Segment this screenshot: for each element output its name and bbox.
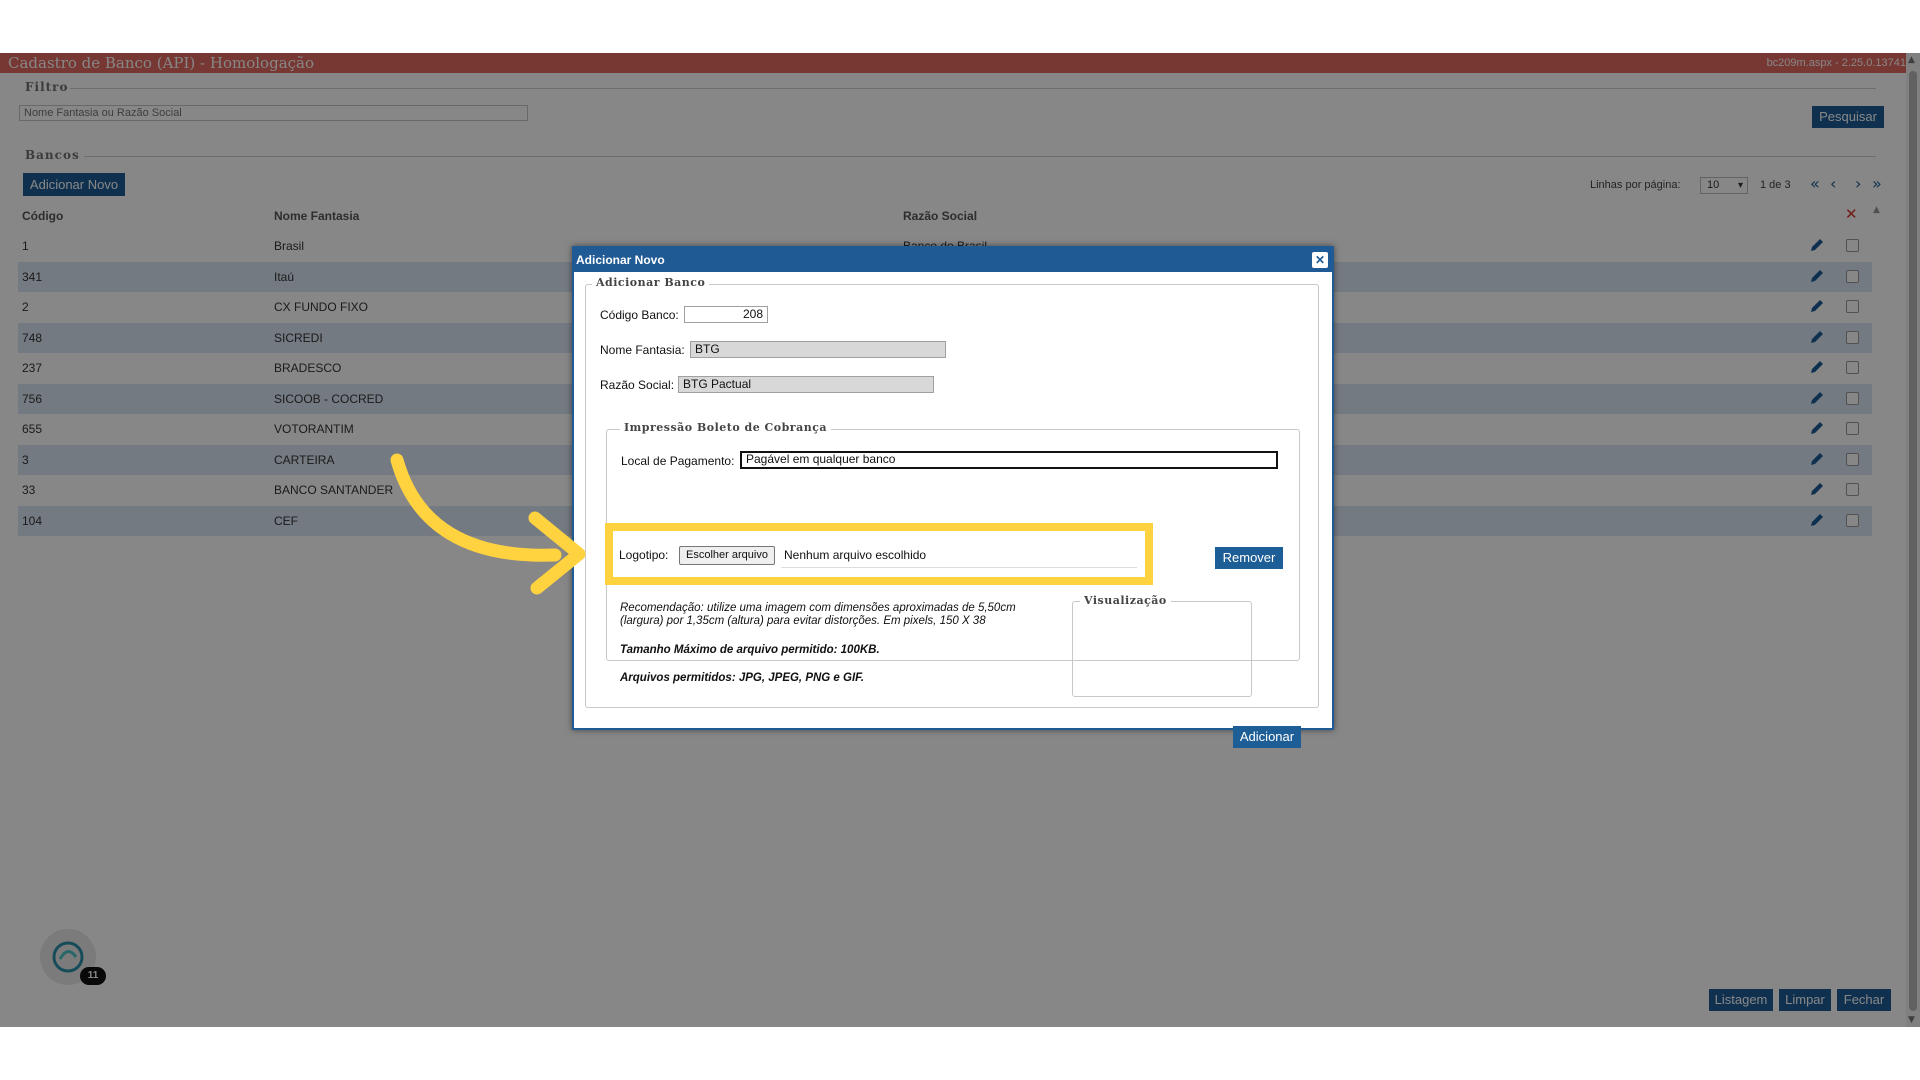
file-field-underline bbox=[781, 567, 1137, 568]
allowed-formats-note: Arquivos permitidos: JPG, JPEG, PNG e GI… bbox=[620, 672, 865, 684]
adicionar-button[interactable]: Adicionar bbox=[1233, 726, 1301, 748]
annotation-arrow-icon bbox=[390, 453, 586, 595]
recommendation-line-2: (largura) por 1,35cm (altura) para evita… bbox=[620, 615, 986, 627]
local-label: Local de Pagamento: bbox=[621, 454, 735, 468]
nome-input[interactable]: BTG bbox=[690, 341, 946, 358]
razao-input[interactable]: BTG Pactual bbox=[678, 376, 934, 393]
codigo-label: Código Banco: bbox=[600, 308, 679, 322]
logo-field-highlight: Logotipo: Escolher arquivo Nenhum arquiv… bbox=[605, 523, 1153, 585]
codigo-input[interactable]: 208 bbox=[684, 306, 768, 323]
preview-box bbox=[1072, 601, 1252, 697]
boleto-legend: Impressão Boleto de Cobrança bbox=[620, 421, 832, 434]
remove-button[interactable]: Remover bbox=[1215, 547, 1283, 569]
modal-header: Adicionar Novo ✕ bbox=[574, 248, 1332, 272]
close-icon[interactable]: ✕ bbox=[1312, 252, 1328, 268]
logo-label: Logotipo: bbox=[619, 548, 669, 562]
add-bank-modal: Adicionar Novo ✕ Adicionar Banco Código … bbox=[572, 246, 1334, 748]
preview-legend: Visualização bbox=[1080, 594, 1171, 607]
local-input[interactable]: Pagável em qualquer banco bbox=[740, 451, 1278, 469]
nome-label: Nome Fantasia: bbox=[600, 343, 685, 357]
choose-file-button[interactable]: Escolher arquivo bbox=[679, 546, 775, 565]
add-bank-legend: Adicionar Banco bbox=[592, 276, 710, 289]
max-size-note: Tamanho Máximo de arquivo permitido: 100… bbox=[620, 644, 880, 656]
recommendation-line-1: Recomendação: utilize uma imagem com dim… bbox=[620, 602, 1016, 614]
razao-label: Razão Social: bbox=[600, 378, 675, 392]
file-status-text: Nenhum arquivo escolhido bbox=[784, 548, 927, 562]
modal-title: Adicionar Novo bbox=[576, 253, 665, 267]
